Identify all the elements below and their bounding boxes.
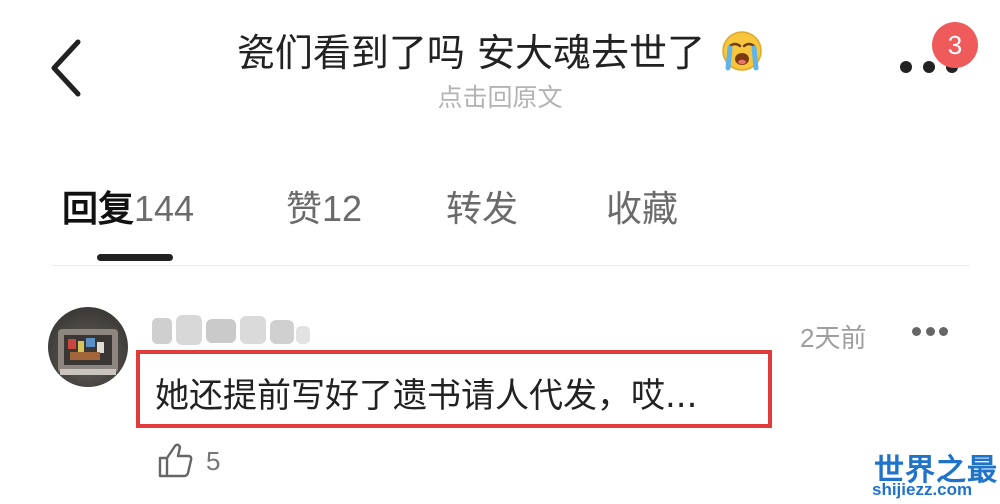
post-title-text: 瓷们看到了吗 安大魂去世了 (236, 31, 705, 75)
post-title: 瓷们看到了吗 安大魂去世了 (200, 22, 800, 77)
comment-text: 她还提前写好了遗书请人代发，哎... (155, 376, 698, 416)
watermark-url: shijiezz.com (872, 480, 973, 499)
avatar[interactable] (48, 307, 128, 387)
dot-icon (900, 61, 912, 73)
comment-more-button[interactable] (912, 325, 948, 337)
tab-count: 144 (134, 188, 195, 229)
username-blurred[interactable] (150, 310, 320, 350)
tab-replies[interactable]: 回复144 (62, 180, 194, 232)
dot-icon (925, 326, 935, 336)
tab-label: 赞 (286, 189, 323, 230)
tab-reposts[interactable]: 转发 (446, 180, 518, 232)
tab-bar: 回复144 赞12 转发 收藏 (0, 180, 1000, 240)
tab-label: 收藏 (606, 189, 679, 230)
active-tab-indicator (97, 254, 173, 261)
tab-likes[interactable]: 赞12 (286, 180, 362, 232)
like-count: 5 (206, 446, 221, 476)
divider (52, 265, 970, 266)
avatar-image (58, 329, 118, 375)
loudly-crying-face-icon (722, 31, 762, 71)
view-original-link[interactable]: 点击回原文 (200, 78, 800, 114)
tab-label: 回复 (62, 189, 135, 230)
dot-icon (912, 326, 921, 336)
dot-icon (923, 61, 935, 73)
dot-icon (939, 326, 948, 336)
tab-count: 12 (322, 188, 363, 229)
tab-label: 转发 (446, 189, 519, 230)
notification-badge: 3 (932, 22, 978, 68)
tab-favorites[interactable]: 收藏 (606, 180, 678, 232)
comment-timestamp: 2天前 (800, 323, 867, 353)
back-arrow-icon[interactable] (48, 38, 88, 98)
thumbs-up-icon[interactable] (156, 440, 196, 480)
